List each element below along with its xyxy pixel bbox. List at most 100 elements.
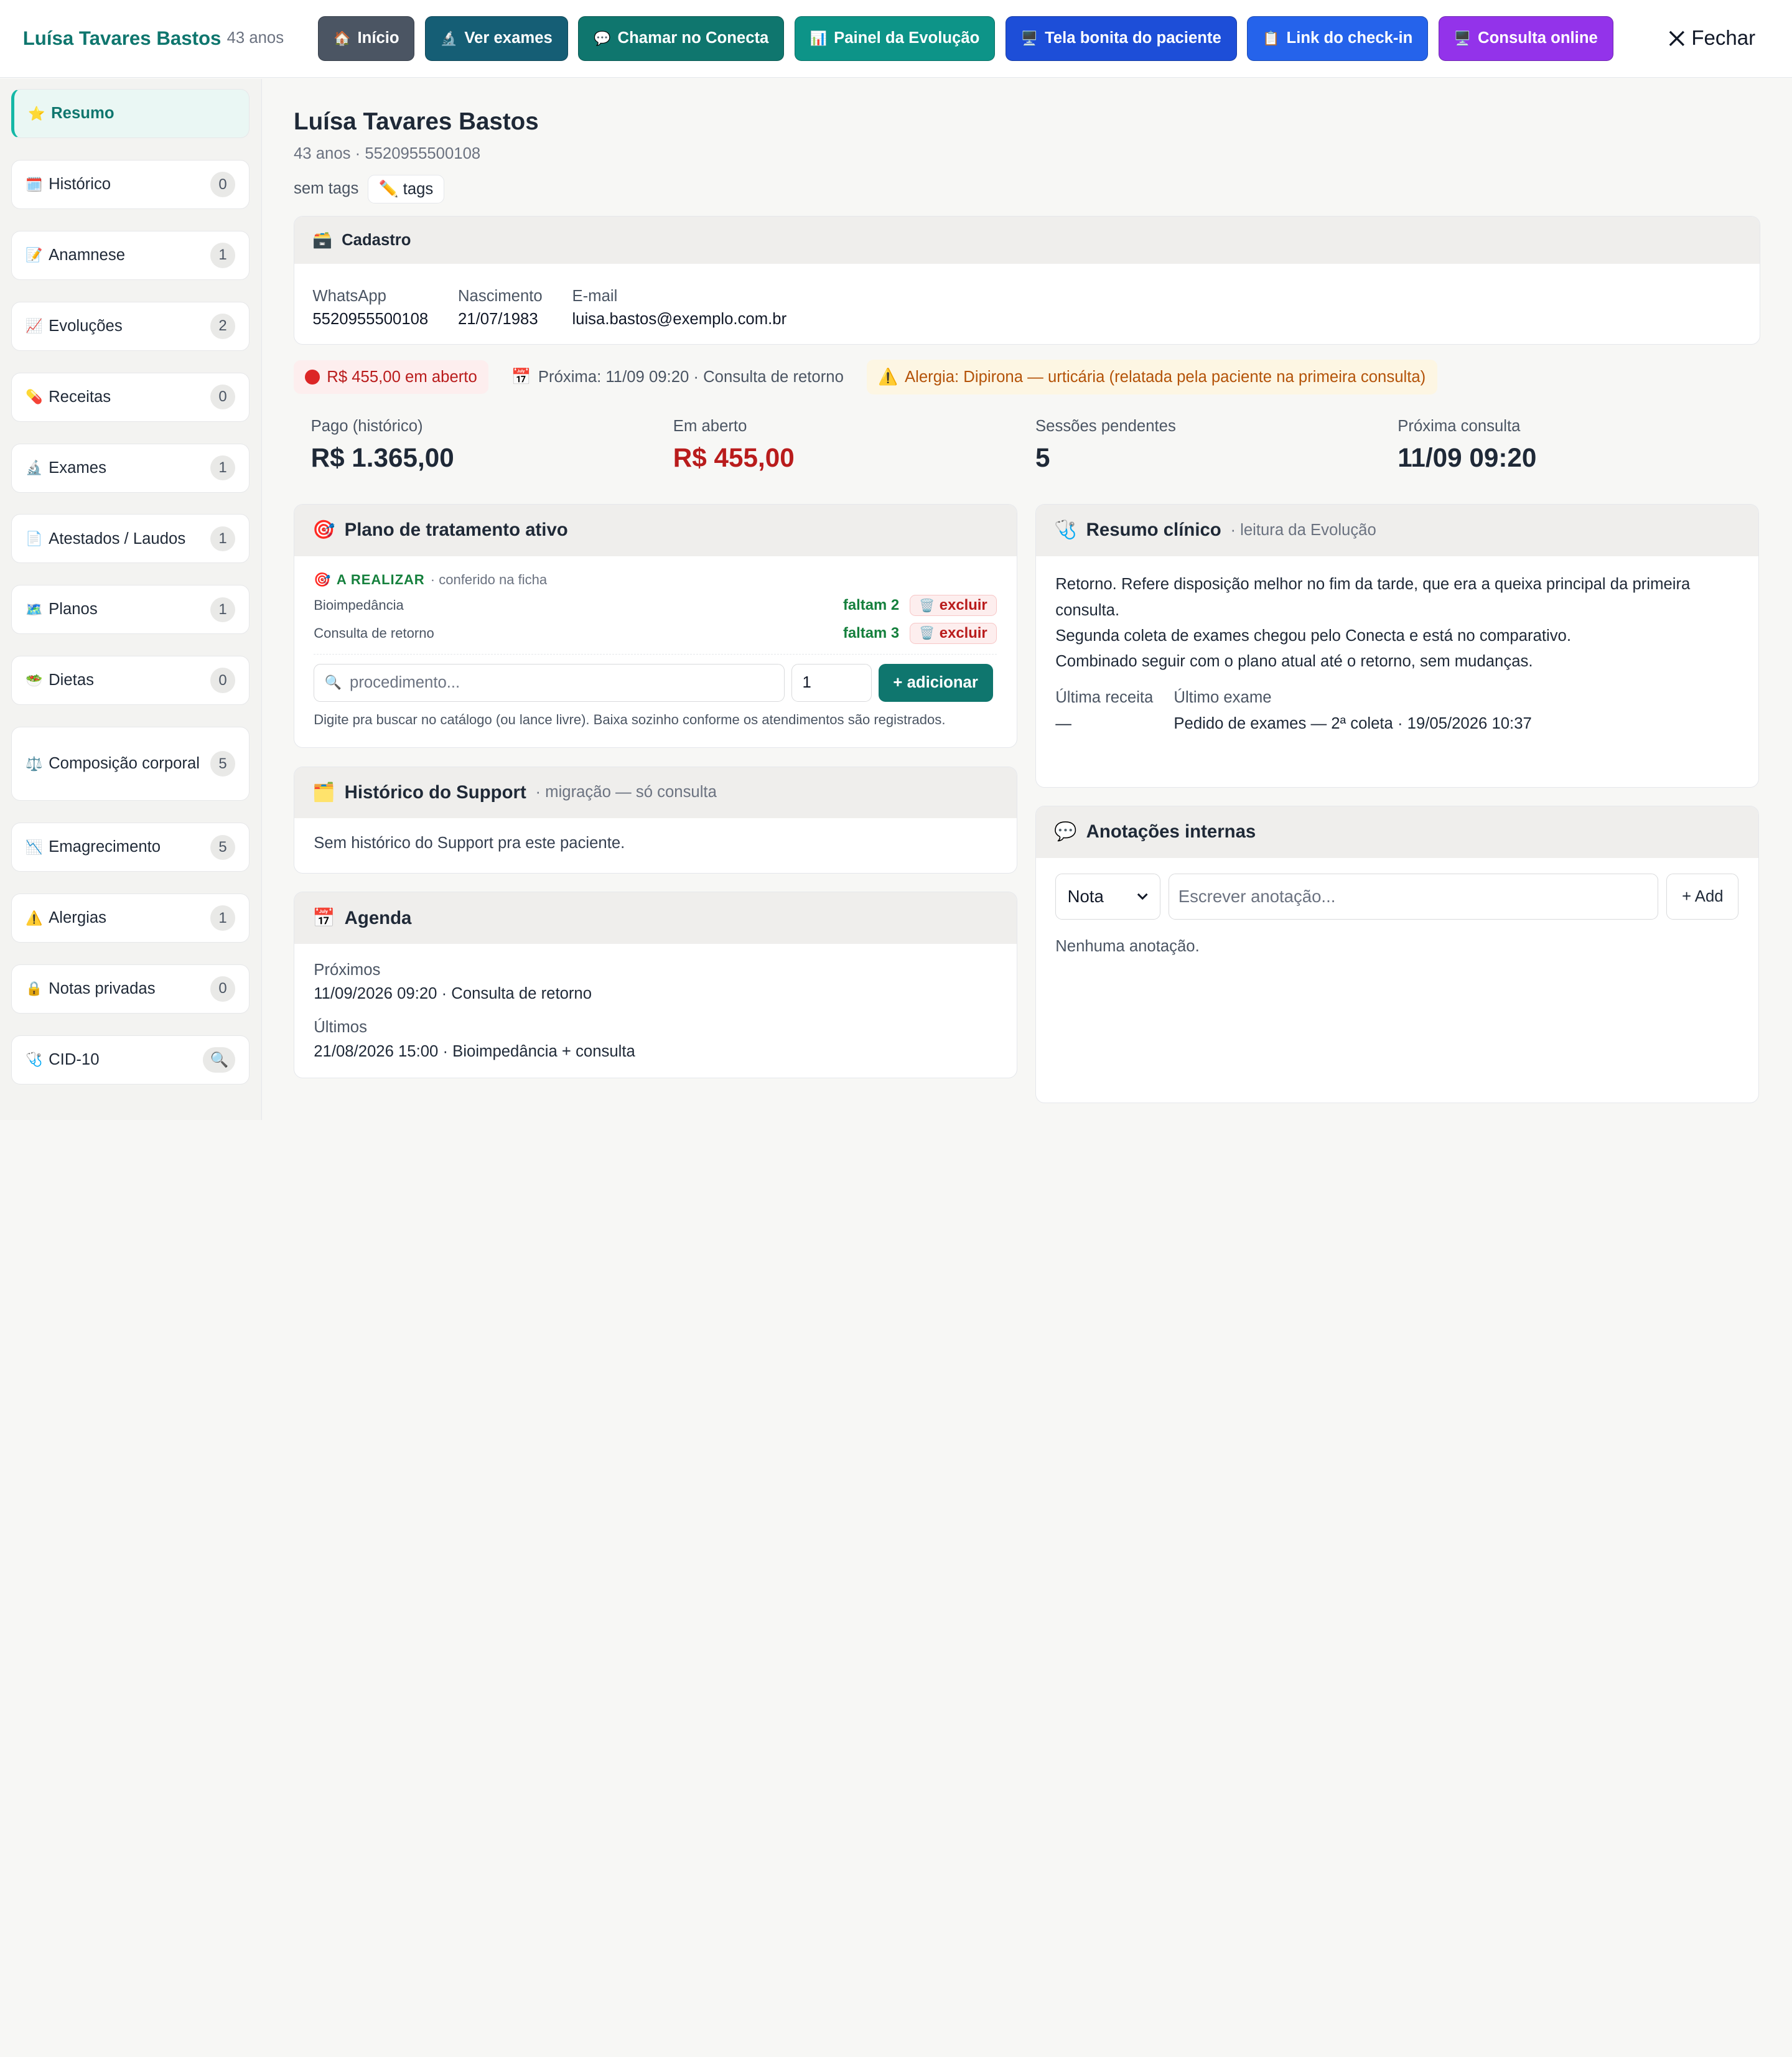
last-exam-value[interactable]: Pedido de exames — 2ª coleta · 19/05/202…: [1174, 711, 1531, 737]
plano-card: 🎯 Plano de tratamento ativo 🎯 A REALIZAR…: [294, 504, 1017, 749]
sidebar-item-exames[interactable]: 🔬 Exames 1: [11, 443, 250, 493]
sidebar-item-evolucoes[interactable]: 📈 Evoluções 2: [11, 301, 250, 351]
plano-rows: Bioimpedância faltam 2 🗑️ excluir Consulta d…: [314, 595, 997, 644]
open-amount-alert: R$ 455,00 em aberto: [294, 360, 489, 394]
procedure-search-input[interactable]: 🔍 procedimento...: [314, 663, 785, 702]
sidebar-item-planos[interactable]: 🗺️ Planos 1: [11, 585, 250, 635]
add-note-button[interactable]: + Add: [1666, 874, 1739, 920]
consulta-online-label: Consulta online: [1478, 29, 1598, 47]
open-amount-text: R$ 455,00 em aberto: [327, 368, 477, 386]
anotacoes-title: Anotações internas: [1086, 821, 1256, 842]
plano-header: 🎯 Plano de tratamento ativo: [294, 505, 1017, 556]
painel-evolucao-button[interactable]: 📊 Painel da Evolução: [794, 16, 996, 61]
quantity-input[interactable]: 1: [791, 663, 872, 702]
stat-label: Pago (histórico): [310, 417, 423, 435]
plano-divider: [314, 654, 997, 655]
memo-icon: 📝: [26, 247, 43, 263]
inicio-button[interactable]: 🏠 Início: [318, 16, 415, 61]
sidebar-item-label: Receitas: [49, 388, 111, 406]
sidebar-item-composicao-corporal[interactable]: ⚖️ Composição corporal 5: [11, 726, 250, 801]
sidebar-item-receitas[interactable]: 💊 Receitas 0: [11, 372, 250, 422]
cadastro-email-label: E-mail: [572, 287, 618, 306]
sidebar-item-count: 1: [210, 526, 236, 552]
plano-row-name: Bioimpedância: [314, 597, 404, 613]
sidebar-item-resumo[interactable]: ⭐ Resumo: [11, 89, 250, 139]
sidebar-item-alergias[interactable]: ⚠️ Alergias 1: [11, 893, 250, 943]
sidebar-item-historico[interactable]: 🗓️ Histórico 0: [11, 160, 250, 210]
agenda-title: Agenda: [344, 907, 412, 928]
search-icon: 🔍: [324, 674, 342, 691]
stat-label: Em aberto: [673, 417, 747, 435]
sidebar-item-label: Atestados / Laudos: [49, 529, 186, 548]
stethoscope-icon: 🩺: [26, 1052, 43, 1068]
warning-icon: ⚠️: [26, 910, 43, 926]
sidebar-item-count: 1: [210, 243, 236, 268]
sidebar-item-label: Notas privadas: [49, 980, 156, 998]
pencil-icon: ✏️: [378, 180, 399, 198]
alerts-row: R$ 455,00 em aberto 📅 Próxima: 11/09 09:…: [294, 360, 1760, 394]
plano-row-remaining: faltam 2: [842, 597, 900, 614]
note-input[interactable]: Escrever anotação...: [1169, 874, 1659, 920]
plano-status: 🎯 A REALIZAR · conferido na ficha: [314, 572, 997, 588]
delete-procedure-button[interactable]: 🗑️ excluir: [909, 595, 997, 617]
consulta-online-button[interactable]: 🖥️ Consulta online: [1438, 16, 1613, 61]
target-small-icon: 🎯: [314, 572, 331, 588]
sidebar-item-label: Exames: [49, 459, 106, 477]
right-column: 🩺 Resumo clínico · leitura da Evolução R…: [1035, 504, 1759, 1103]
pill-icon: 💊: [26, 389, 43, 405]
document-icon: 📄: [26, 530, 43, 546]
sidebar-item-count: 5: [210, 751, 236, 777]
tela-paciente-icon: 🖥️: [1020, 30, 1038, 46]
search-icon[interactable]: 🔍: [203, 1047, 236, 1073]
stat-value: R$ 1.365,00: [310, 443, 454, 473]
plano-body: 🎯 A REALIZAR · conferido na ficha Bioimp…: [294, 556, 1017, 748]
sidebar-item-notas-privadas[interactable]: 🔒 Notas privadas 0: [11, 964, 250, 1014]
edit-tags-button[interactable]: ✏️ tags: [367, 174, 444, 204]
link-checkin-button[interactable]: 📋 Link do check-in: [1247, 16, 1429, 61]
support-subtitle: · migração — só consulta: [535, 783, 717, 801]
sidebar-item-label: Composição corporal: [49, 755, 200, 773]
resumo-line: Retorno. Refere disposição melhor no fim…: [1055, 576, 1691, 619]
stethoscope-icon: 🩺: [1054, 520, 1077, 541]
top-actions: 🏠 Início 🔬 Ver exames 💬 Chamar no Conecta 📊 Pai…: [318, 16, 1613, 61]
agenda-next-label: Próximos: [314, 961, 381, 979]
plano-row-remaining: faltam 3: [842, 624, 900, 641]
delete-procedure-button[interactable]: 🗑️ excluir: [909, 623, 997, 644]
close-button[interactable]: Fechar: [1669, 27, 1770, 50]
stat-value: 11/09 09:20: [1398, 443, 1537, 473]
top-bar: Luísa Tavares Bastos 43 anos 🏠 Início 🔬 Ver…: [0, 0, 1792, 78]
agenda-next-value[interactable]: 11/09/2026 09:20 · Consulta de retorno: [314, 985, 997, 1003]
tags-row: sem tags ✏️ tags: [294, 174, 1760, 204]
sidebar-item-label: Anamnese: [49, 246, 125, 264]
stat-open: Em aberto R$ 455,00: [673, 417, 1035, 473]
note-type-select[interactable]: Nota: [1055, 874, 1161, 920]
sidebar-item-atestados-laudos[interactable]: 📄 Atestados / Laudos 1: [11, 514, 250, 564]
sidebar-item-count: 0: [210, 668, 236, 693]
ver-exames-button[interactable]: 🔬 Ver exames: [425, 16, 568, 61]
sidebar-item-anamnese[interactable]: 📝 Anamnese 1: [11, 230, 250, 280]
sidebar-item-dietas[interactable]: 🥗 Dietas 0: [11, 656, 250, 706]
sidebar: ⭐ Resumo 🗓️ Histórico 0 📝 Anamnese 1 📈 Evoluções 2…: [0, 78, 262, 1120]
tela-paciente-button[interactable]: 🖥️ Tela bonita do paciente: [1005, 16, 1237, 61]
chamar-conecta-button[interactable]: 💬 Chamar no Conecta: [578, 16, 785, 61]
plano-title: Plano de tratamento ativo: [344, 520, 568, 541]
cadastro-whatsapp: WhatsApp 5520955500108: [312, 287, 428, 328]
tela-paciente-label: Tela bonita do paciente: [1045, 29, 1221, 47]
sidebar-item-cid-10[interactable]: 🩺 CID-10 🔍: [11, 1035, 250, 1084]
sidebar-item-label: Resumo: [51, 105, 114, 123]
sidebar-item-label: Planos: [49, 600, 98, 618]
sidebar-item-emagrecimento[interactable]: 📉 Emagrecimento 5: [11, 823, 250, 872]
sidebar-item-count: 5: [210, 834, 236, 860]
chevron-down-icon: [1137, 893, 1149, 900]
last-exam: Último exame Pedido de exames — 2ª colet…: [1174, 685, 1531, 737]
trash-icon: 🗑️: [919, 599, 935, 613]
page-subtitle: 43 anos · 5520955500108: [294, 145, 481, 163]
last-exam-label: Último exame: [1174, 689, 1272, 707]
agenda-last-value[interactable]: 21/08/2026 15:00 · Bioimpedância + consu…: [314, 1043, 997, 1061]
add-procedure-button[interactable]: + adicionar: [878, 663, 993, 702]
note-type-value: Nota: [1067, 887, 1104, 907]
sidebar-item-label: Evoluções: [49, 317, 123, 335]
stat-value: R$ 455,00: [673, 443, 795, 473]
sidebar-item-label: Alergias: [49, 909, 106, 927]
delete-procedure-label: excluir: [939, 624, 987, 641]
